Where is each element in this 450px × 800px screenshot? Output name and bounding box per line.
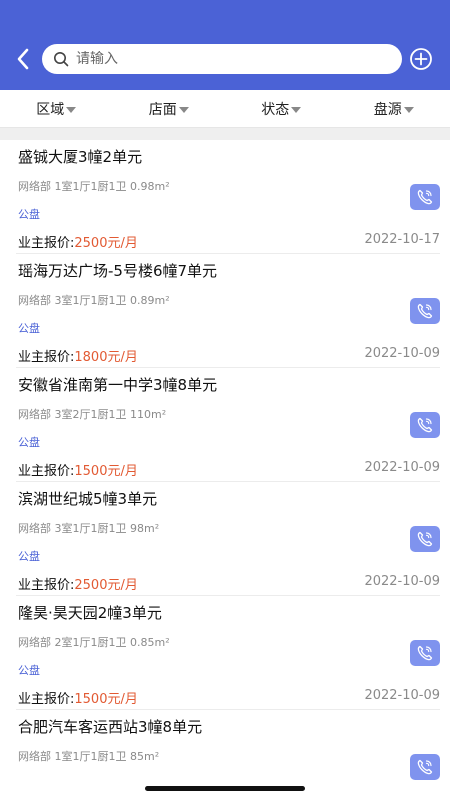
price-value: 2500元/月 [74,236,138,251]
dropdown-arrow-icon [403,106,414,113]
call-button[interactable] [410,526,440,552]
listing-tag: 公盘 [18,550,40,563]
dropdown-arrow-icon [178,106,189,113]
filter-store[interactable]: 店面 [113,99,226,119]
price-line: 业主报价:1500元/月 [18,460,138,479]
price-value: 1800元/月 [74,350,138,365]
phone-icon [417,531,433,547]
filter-source[interactable]: 盘源 [338,99,450,119]
price-label: 业主报价: [18,578,75,593]
dropdown-arrow-icon [66,106,77,113]
price-line: 业主报价:2500元/月 [18,574,138,593]
top-bar [0,0,450,90]
listing-meta: 网络部 3室1厅1厨1卫 0.89m² [18,294,170,307]
listing-date: 2022-10-09 [364,574,440,589]
listing-tag: 公盘 [18,322,40,335]
filter-status[interactable]: 状态 [225,99,338,119]
filter-bar: 区域 店面 状态 盘源 [0,90,450,128]
call-button[interactable] [410,754,440,780]
listing-title: 安徽省淮南第一中学3幢8单元 [18,376,218,394]
call-button[interactable] [410,298,440,324]
filter-label: 盘源 [373,101,402,118]
listing-title: 隆昊·昊天园2幢3单元 [18,604,162,622]
listing-list: 盛铖大厦3幢2单元 网络部 1室1厅1厨1卫 0.98m² 公盘 业主报价:25… [0,140,450,800]
search-bar[interactable] [42,44,402,74]
price-line: 业主报价:2500元/月 [18,232,138,251]
listing-meta: 网络部 1室1厅1厨1卫 0.98m² [18,180,170,193]
list-item[interactable]: 盛铖大厦3幢2单元 网络部 1室1厅1厨1卫 0.98m² 公盘 业主报价:25… [16,140,440,254]
filter-label: 店面 [148,101,177,118]
home-indicator [145,786,305,791]
price-label: 业主报价: [18,236,75,251]
price-value: 2500元/月 [74,578,138,593]
price-label: 业主报价: [18,350,75,365]
price-line: 业主报价:1800元/月 [18,346,138,365]
filter-label: 状态 [261,101,290,118]
listing-meta: 网络部 1室1厅1厨1卫 85m² [18,750,160,763]
price-label: 业主报价: [18,464,75,479]
listing-title: 盛铖大厦3幢2单元 [18,148,143,166]
section-divider [0,128,450,140]
call-button[interactable] [410,640,440,666]
phone-icon [417,417,433,433]
listing-date: 2022-10-17 [364,232,440,247]
listing-tag: 公盘 [18,436,40,449]
phone-icon [417,645,433,661]
search-icon [52,50,70,68]
listing-date: 2022-10-09 [364,688,440,703]
list-item[interactable]: 隆昊·昊天园2幢3单元 网络部 2室1厅1厨1卫 0.85m² 公盘 业主报价:… [16,596,440,710]
listing-date: 2022-10-09 [364,460,440,475]
phone-icon [417,759,433,775]
call-button[interactable] [410,184,440,210]
call-button[interactable] [410,412,440,438]
listing-tag: 公盘 [18,664,40,677]
list-item[interactable]: 瑶海万达广场-5号楼6幢7单元 网络部 3室1厅1厨1卫 0.89m² 公盘 业… [16,254,440,368]
listing-title: 合肥汽车客运西站3幢8单元 [18,718,203,736]
listing-tag: 公盘 [18,208,40,221]
price-label: 业主报价: [18,692,75,707]
listing-meta: 网络部 2室1厅1厨1卫 0.85m² [18,636,170,649]
phone-icon [417,189,433,205]
list-item[interactable]: 滨湖世纪城5幢3单元 网络部 3室1厅1厨1卫 98m² 公盘 业主报价:250… [16,482,440,596]
back-button[interactable] [10,46,36,72]
listing-meta: 网络部 3室1厅1厨1卫 98m² [18,522,160,535]
add-button[interactable] [409,47,433,71]
listing-title: 滨湖世纪城5幢3单元 [18,490,158,508]
filter-area[interactable]: 区域 [0,99,113,119]
listing-date: 2022-10-09 [364,346,440,361]
dropdown-arrow-icon [291,106,302,113]
price-line: 业主报价:1500元/月 [18,688,138,707]
listing-meta: 网络部 3室2厅1厨1卫 110m² [18,408,167,421]
price-value: 1500元/月 [74,692,138,707]
price-value: 1500元/月 [74,464,138,479]
chevron-left-icon [17,48,29,70]
phone-icon [417,303,433,319]
plus-circle-icon [410,48,432,70]
search-input[interactable] [76,51,376,67]
listing-title: 瑶海万达广场-5号楼6幢7单元 [18,262,218,280]
filter-label: 区域 [36,101,65,118]
list-item[interactable]: 安徽省淮南第一中学3幢8单元 网络部 3室2厅1厨1卫 110m² 公盘 业主报… [16,368,440,482]
